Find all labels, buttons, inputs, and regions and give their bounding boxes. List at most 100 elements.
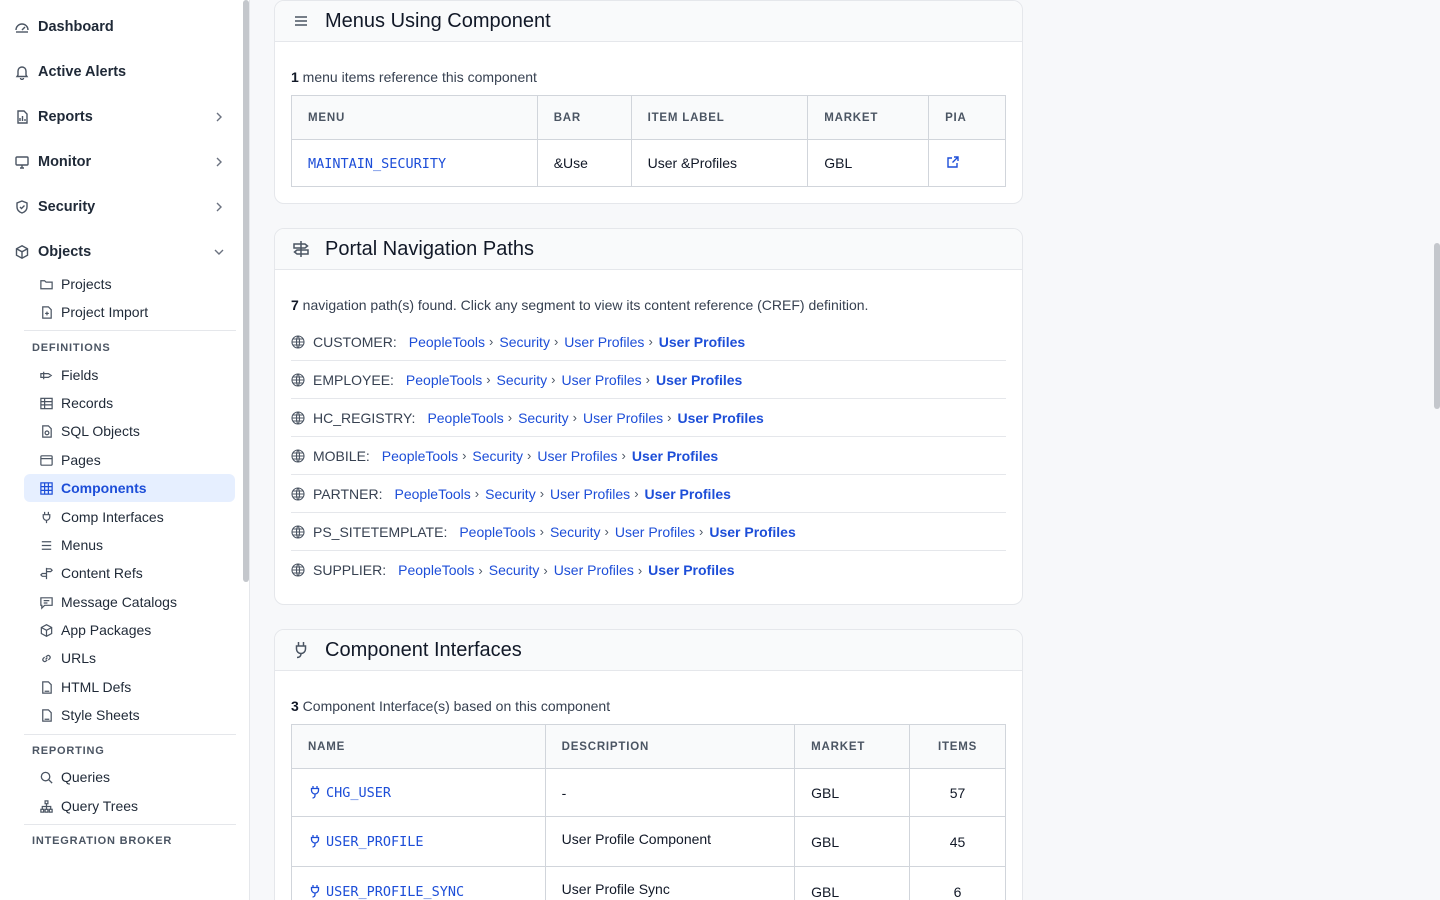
path-final-segment-link[interactable]: User Profiles <box>656 372 742 388</box>
path-final-segment-link[interactable]: User Profiles <box>677 410 763 426</box>
sidebar-item-comp-interfaces[interactable]: Comp Interfaces <box>24 503 235 531</box>
portal-name: CUSTOMER: <box>313 333 397 350</box>
menu-lines-icon <box>39 538 54 553</box>
ci-name-link[interactable]: USER_PROFILE_SYNC <box>326 884 464 900</box>
portal-name: HC_REGISTRY: <box>313 409 416 426</box>
menus-using-component-card: Menus Using Component 1 menu items refer… <box>274 0 1023 204</box>
path-segment-link[interactable]: PeopleTools <box>459 524 535 540</box>
globe-icon <box>291 486 305 501</box>
path-segment-link[interactable]: Security <box>550 524 601 540</box>
sidebar-item-projects[interactable]: Projects <box>24 270 235 298</box>
sidebar-item-queries[interactable]: Queries <box>24 763 235 791</box>
ci-name-link[interactable]: USER_PROFILE <box>326 834 424 850</box>
path-segment-link[interactable]: Security <box>485 486 536 502</box>
window-icon <box>39 453 54 468</box>
path-final-segment-link[interactable]: User Profiles <box>645 486 731 502</box>
path-segment-link[interactable]: Security <box>499 334 550 350</box>
sidebar-item-security[interactable]: Security <box>14 192 234 222</box>
col-header-name: NAME <box>291 724 546 769</box>
market-cell: GBL <box>794 866 911 900</box>
sidebar-item-urls[interactable]: URLs <box>24 644 235 672</box>
path-segment-link[interactable]: PeopleTools <box>409 334 485 350</box>
path-segment-link[interactable]: PeopleTools <box>398 562 474 578</box>
breadcrumb-separator: › <box>645 372 650 387</box>
path-final-segment-link[interactable]: User Profiles <box>632 448 718 464</box>
sidebar-item-reports[interactable]: Reports <box>14 102 234 132</box>
sidebar-item-fields[interactable]: Fields <box>24 361 235 389</box>
sidebar-item-records[interactable]: Records <box>24 389 235 417</box>
card-title: Component Interfaces <box>325 638 522 661</box>
path-segment-link[interactable]: Security <box>472 448 523 464</box>
description-cell: User Profile Sync <box>544 866 796 900</box>
sidebar-item-label: Objects <box>38 244 92 260</box>
sidebar-item-label: Active Alerts <box>38 64 127 80</box>
sidebar-item-dashboard[interactable]: Dashboard <box>14 12 234 42</box>
main-scrollbar[interactable] <box>1434 243 1440 409</box>
sidebar-item-project-import[interactable]: Project Import <box>24 298 235 326</box>
path-segment-link[interactable]: User Profiles <box>615 524 695 540</box>
path-segment-link[interactable]: Security <box>518 410 569 426</box>
col-header-market: MARKET <box>794 724 911 769</box>
card-header: Menus Using Component <box>275 1 1022 42</box>
sidebar-item-content-refs[interactable]: Content Refs <box>24 559 235 587</box>
sidebar-item-app-packages[interactable]: App Packages <box>24 616 235 644</box>
message-icon <box>39 595 54 610</box>
market-cell: GBL <box>807 139 930 187</box>
globe-icon <box>291 410 305 425</box>
sidebar-item-style-sheets[interactable]: Style Sheets <box>24 701 235 729</box>
path-segment-link[interactable]: User Profiles <box>583 410 663 426</box>
sidebar-item-pages[interactable]: Pages <box>24 446 235 474</box>
cube-icon <box>14 244 30 260</box>
path-segment-link[interactable]: PeopleTools <box>406 372 482 388</box>
path-final-segment-link[interactable]: User Profiles <box>648 562 734 578</box>
menu-link[interactable]: MAINTAIN_SECURITY <box>308 156 446 172</box>
breadcrumb-separator: › <box>551 372 556 387</box>
path-segment-link[interactable]: Security <box>489 562 540 578</box>
ci-name-link[interactable]: CHG_USER <box>326 785 391 801</box>
breadcrumb-separator: › <box>648 334 653 349</box>
sidebar-item-components[interactable]: Components <box>24 474 235 502</box>
path-final-segment-link[interactable]: User Profiles <box>709 524 795 540</box>
path-segment-link[interactable]: User Profiles <box>561 372 641 388</box>
path-segment-link[interactable]: PeopleTools <box>427 410 503 426</box>
path-segment-link[interactable]: Security <box>497 372 548 388</box>
ci-summary: 3 Component Interface(s) based on this c… <box>291 698 611 714</box>
component-interfaces-table: NAME DESCRIPTION MARKET ITEMS CHG_USER -… <box>291 724 1006 900</box>
breadcrumb-separator: › <box>462 448 467 463</box>
path-segment-link[interactable]: User Profiles <box>537 448 617 464</box>
sidebar-item-html-defs[interactable]: HTML Defs <box>24 673 235 701</box>
chevron-right-icon <box>212 110 226 124</box>
folder-icon <box>39 277 54 292</box>
portal-name: EMPLOYEE: <box>313 371 394 388</box>
sidebar-item-active-alerts[interactable]: Active Alerts <box>14 57 234 87</box>
card-header: Portal Navigation Paths <box>275 229 1022 270</box>
chevron-right-icon <box>212 155 226 169</box>
card-title: Portal Navigation Paths <box>325 237 535 260</box>
sidebar-divider <box>24 734 236 735</box>
sidebar-item-objects[interactable]: Objects <box>14 237 234 267</box>
globe-icon <box>291 563 305 577</box>
menus-count: 1 <box>291 69 299 85</box>
path-segment-link[interactable]: PeopleTools <box>395 486 471 502</box>
plug-icon <box>291 640 311 660</box>
path-segment-link[interactable]: PeopleTools <box>382 448 458 464</box>
breadcrumb-separator: › <box>507 410 513 425</box>
col-header-pia: PIA <box>928 95 1006 140</box>
path-segment-link[interactable]: User Profiles <box>550 486 630 502</box>
globe-icon <box>291 524 305 539</box>
sidebar-item-message-catalogs[interactable]: Message Catalogs <box>24 588 235 616</box>
table-row: MAINTAIN_SECURITY &Use User &Profiles GB… <box>291 139 1006 187</box>
path-segment-link[interactable]: User Profiles <box>564 334 644 350</box>
sidebar-scrollbar[interactable] <box>243 0 249 582</box>
path-segment-link[interactable]: User Profiles <box>554 562 634 578</box>
sidebar-item-menus[interactable]: Menus <box>24 531 235 559</box>
path-final-segment-link[interactable]: User Profiles <box>659 334 745 350</box>
external-link-icon[interactable] <box>945 154 961 170</box>
sidebar-item-label: Security <box>38 199 96 215</box>
sidebar-item-sql-objects[interactable]: SQL Objects <box>24 417 235 445</box>
field-tag-icon <box>39 368 54 383</box>
report-icon <box>14 109 30 125</box>
sidebar-item-monitor[interactable]: Monitor <box>14 147 234 177</box>
sidebar-item-query-trees[interactable]: Query Trees <box>24 792 235 820</box>
breadcrumb-separator: › <box>486 372 491 387</box>
